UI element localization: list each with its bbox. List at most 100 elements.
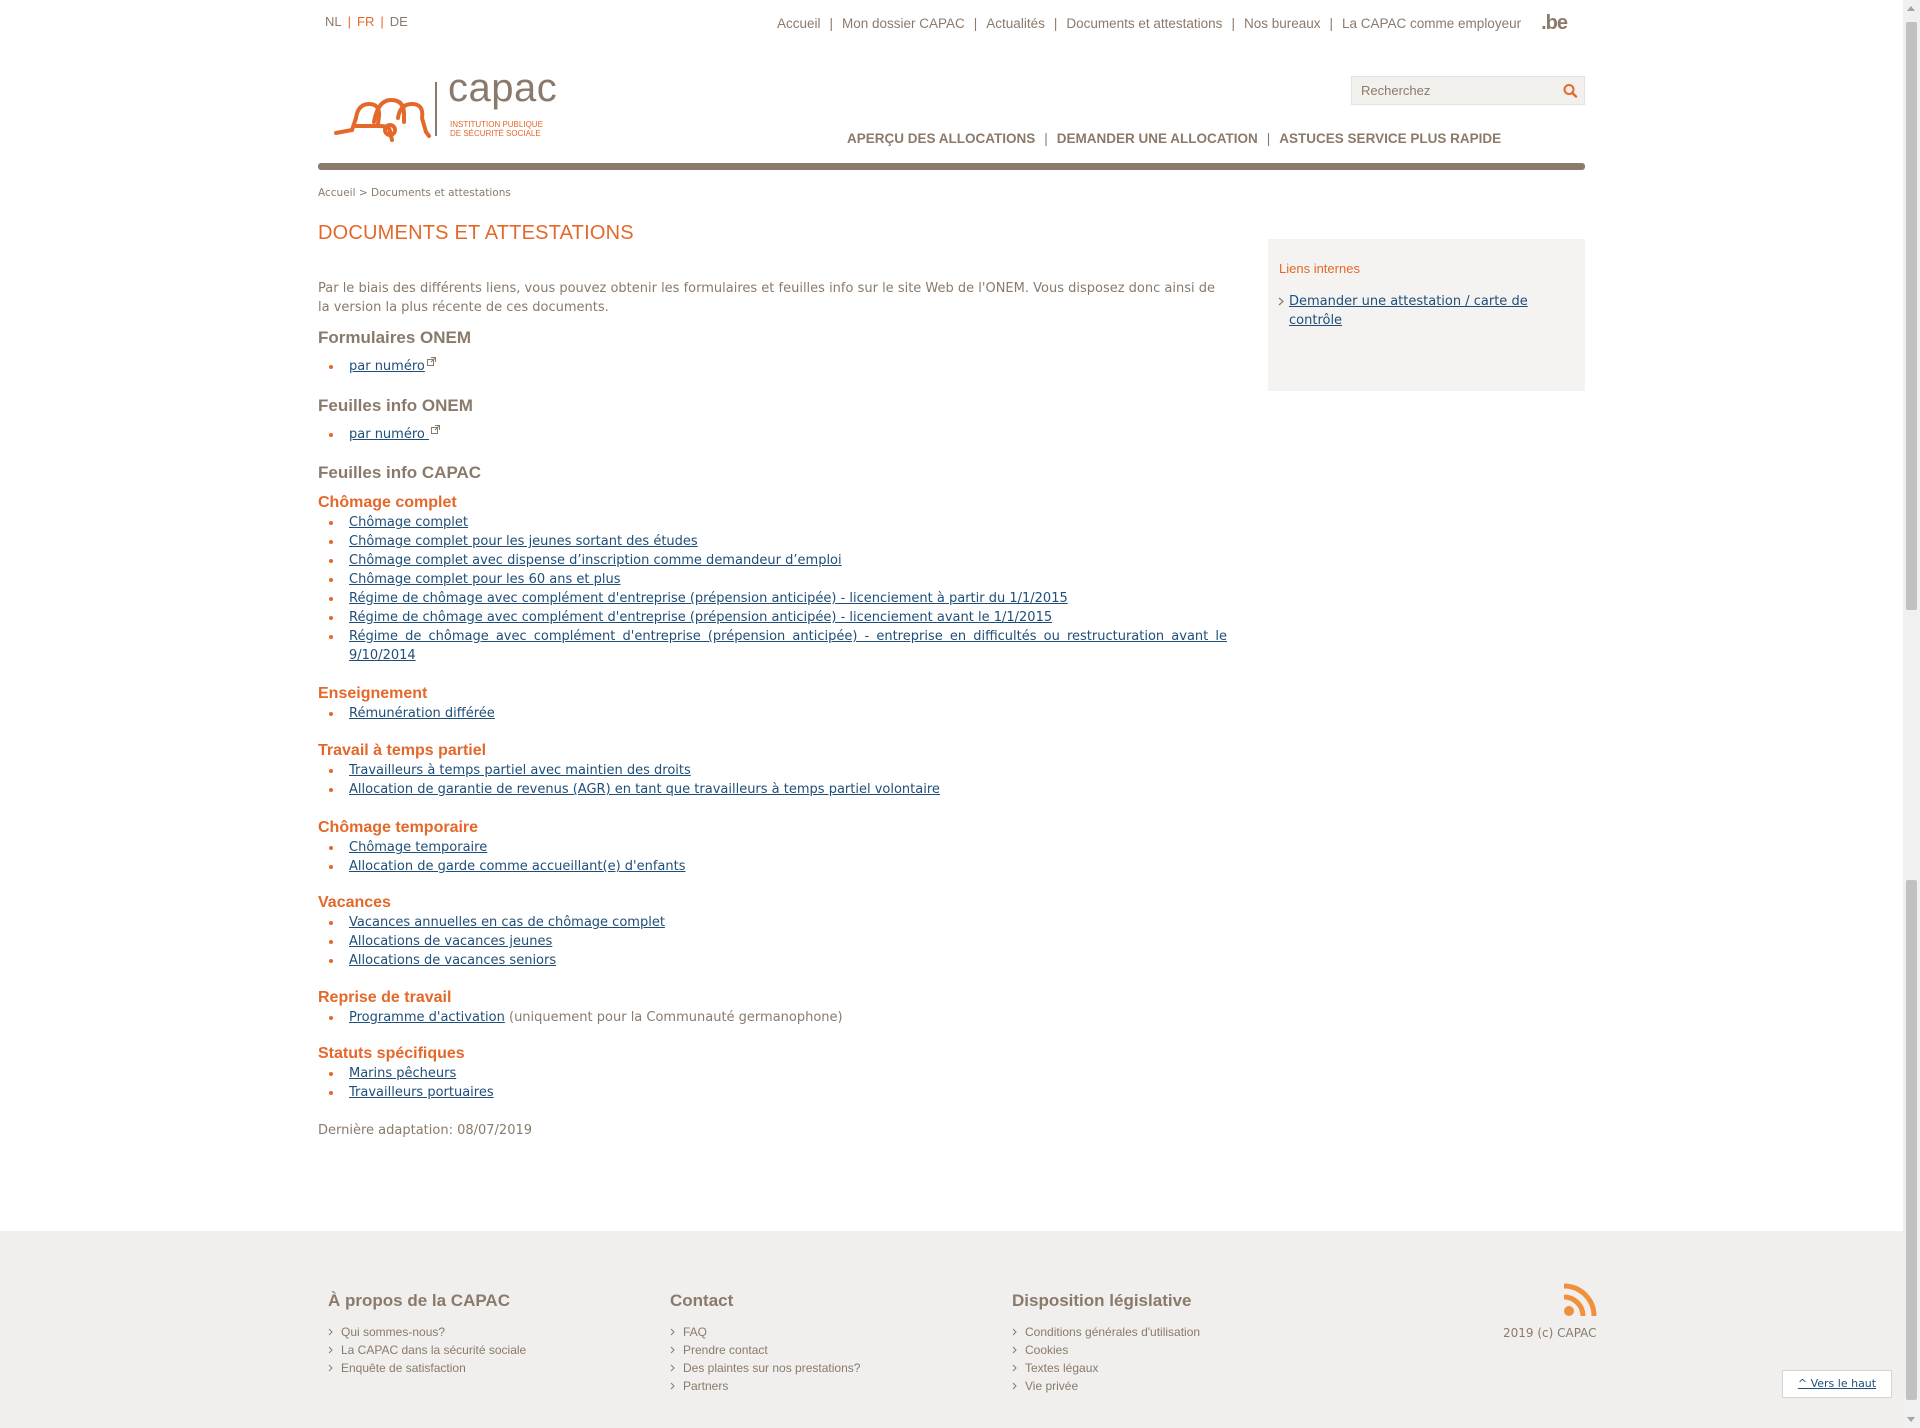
page-title: DOCUMENTS ET ATTESTATIONS <box>318 222 634 244</box>
chevron-right-icon <box>670 1382 675 1390</box>
topnav-nos-bureaux[interactable]: Nos bureaux <box>1244 16 1321 31</box>
list-item: Chômage complet <box>329 513 1229 532</box>
list-item: Régime de chômage avec complément d'entr… <box>329 608 1229 627</box>
topnav-actualites[interactable]: Actualités <box>986 16 1045 31</box>
footer-link-label: Qui sommes-nous? <box>341 1325 446 1339</box>
lang-nl[interactable]: NL <box>325 14 342 29</box>
doc-link[interactable]: Rémunération différée <box>349 706 495 721</box>
feuilles-onem-par-numero-link[interactable]: par numéro <box>349 427 429 442</box>
capac-logo[interactable]: capac INSTITUTION PUBLIQUE DE SÉCURITÉ S… <box>334 66 574 142</box>
footer-link[interactable]: Cookies <box>1012 1341 1200 1359</box>
mainnav-apercu[interactable]: APERÇU DES ALLOCATIONS <box>847 131 1035 146</box>
group-title: Statuts spécifiques <box>318 1045 465 1062</box>
group-vacances-list: Vacances annuelles en cas de chômage com… <box>318 913 1229 970</box>
breadcrumb-home[interactable]: Accueil <box>318 187 356 199</box>
list-item: Chômage temporaire <box>329 838 1229 857</box>
doc-link[interactable]: Chômage temporaire <box>349 840 487 855</box>
group-title: Chômage temporaire <box>318 819 479 836</box>
list-item: Allocations de vacances jeunes <box>329 932 1229 951</box>
group-enseignement-list: Rémunération différée <box>318 704 1229 723</box>
doc-link[interactable]: Allocation de garantie de revenus (AGR) … <box>349 782 940 797</box>
doc-link[interactable]: Allocations de vacances seniors <box>349 953 556 968</box>
chevron-right-icon <box>670 1328 675 1336</box>
breadcrumb-current: Documents et attestations <box>370 187 511 199</box>
be-logo[interactable]: .be <box>1541 12 1568 35</box>
doc-link[interactable]: Régime de chômage avec complément d'entr… <box>349 629 1227 663</box>
search-input[interactable]: Recherchez <box>1361 83 1430 98</box>
chevron-right-icon <box>1012 1382 1017 1390</box>
mainnav-demander[interactable]: DEMANDER UNE ALLOCATION <box>1057 131 1258 146</box>
vertical-scrollbar[interactable] <box>1903 0 1920 1428</box>
back-to-top-link[interactable]: ^ Vers le haut <box>1798 1377 1876 1390</box>
scroll-down-arrow-icon[interactable] <box>1907 1417 1915 1422</box>
doc-link[interactable]: Régime de chômage avec complément d'entr… <box>349 591 1068 606</box>
scrollbar-track-segment <box>1906 880 1917 1400</box>
footer-link[interactable]: Enquête de satisfaction <box>328 1359 526 1377</box>
sidebar-title: Liens internes <box>1279 261 1360 276</box>
chevron-right-icon <box>328 1328 333 1336</box>
sidebar-attestation-link[interactable]: Demander une attestation / carte de cont… <box>1289 292 1549 330</box>
main-content: DOCUMENTS ET ATTESTATIONS Par le biais d… <box>318 222 1230 1138</box>
footer-link[interactable]: FAQ <box>670 1323 860 1341</box>
search-button[interactable] <box>1556 77 1584 104</box>
footer-link[interactable]: La CAPAC dans la sécurité sociale <box>328 1341 526 1359</box>
footer-link[interactable]: Des plaintes sur nos prestations? <box>670 1359 860 1377</box>
footer-link-label: Vie privée <box>1025 1379 1079 1393</box>
section-formulaires-title: Formulaires ONEM <box>318 328 472 347</box>
chevron-right-icon <box>1012 1364 1017 1372</box>
doc-link[interactable]: Chômage complet pour les 60 ans et plus <box>349 572 620 587</box>
footer-link[interactable]: Vie privée <box>1012 1377 1200 1395</box>
topnav-mon-dossier[interactable]: Mon dossier CAPAC <box>842 16 965 31</box>
footer-link[interactable]: Partners <box>670 1377 860 1395</box>
doc-link[interactable]: Chômage complet pour les jeunes sortant … <box>349 534 698 549</box>
group-title: Travail à temps partiel <box>318 742 487 759</box>
footer-col-title: Contact <box>670 1291 734 1310</box>
copyright: 2019 (c) CAPAC <box>1503 1326 1597 1340</box>
list-item: Vacances annuelles en cas de chômage com… <box>329 913 1229 932</box>
mainnav-astuces[interactable]: ASTUCES SERVICE PLUS RAPIDE <box>1279 131 1501 146</box>
list-item: Chômage complet pour les jeunes sortant … <box>329 532 1229 551</box>
external-link-icon <box>426 357 436 366</box>
doc-link[interactable]: Allocations de vacances jeunes <box>349 934 552 949</box>
topnav-accueil[interactable]: Accueil <box>777 16 821 31</box>
doc-link[interactable]: Travailleurs à temps partiel avec mainti… <box>349 763 691 778</box>
rss-icon[interactable] <box>1561 1281 1599 1319</box>
search-box[interactable]: Recherchez <box>1351 76 1585 105</box>
lang-fr[interactable]: FR <box>357 14 374 29</box>
footer-link-label: Enquête de satisfaction <box>341 1361 466 1375</box>
back-to-top-button[interactable]: ^ Vers le haut <box>1782 1370 1892 1398</box>
chevron-right-icon <box>670 1346 675 1354</box>
chevron-right-icon <box>1012 1328 1017 1336</box>
list-item: Allocation de garde comme accueillant(e)… <box>329 857 1229 876</box>
separator: | <box>1329 16 1334 31</box>
scrollbar-thumb[interactable] <box>1906 22 1917 610</box>
doc-link[interactable]: Programme d'activation <box>349 1010 505 1025</box>
search-icon <box>1563 84 1578 98</box>
footer-link[interactable]: Conditions générales d'utilisation <box>1012 1323 1200 1341</box>
doc-link[interactable]: Régime de chômage avec complément d'entr… <box>349 610 1052 625</box>
doc-link[interactable]: Chômage complet <box>349 515 468 530</box>
group-statuts-list: Marins pêcheurs Travailleurs portuaires <box>318 1064 1229 1102</box>
header-divider <box>318 163 1585 170</box>
footer-link[interactable]: Textes légaux <box>1012 1359 1200 1377</box>
scroll-up-arrow-icon[interactable] <box>1907 6 1915 11</box>
topnav-documents[interactable]: Documents et attestations <box>1066 16 1222 31</box>
topnav-employeur[interactable]: La CAPAC comme employeur <box>1342 16 1521 31</box>
footer-col-contact: Contact FAQ Prendre contact Des plaintes… <box>670 1291 860 1395</box>
doc-link[interactable]: Chômage complet avec dispense d’inscript… <box>349 553 842 568</box>
chevron-right-icon <box>670 1364 675 1372</box>
footer-col-title: À propos de la CAPAC <box>328 1291 510 1310</box>
footer-link-label: Conditions générales d'utilisation <box>1025 1325 1201 1339</box>
doc-link[interactable]: Vacances annuelles en cas de chômage com… <box>349 915 665 930</box>
sidebar-internal-links: Liens internes Demander une attestation … <box>1268 239 1585 391</box>
doc-link[interactable]: Travailleurs portuaires <box>349 1085 494 1100</box>
group-chomage-temporaire-list: Chômage temporaire Allocation de garde c… <box>318 838 1229 876</box>
footer-link[interactable]: Qui sommes-nous? <box>328 1323 526 1341</box>
lang-de[interactable]: DE <box>390 14 408 29</box>
footer-link[interactable]: Prendre contact <box>670 1341 860 1359</box>
group-title: Vacances <box>318 894 391 911</box>
formulaires-par-numero-link[interactable]: par numéro <box>349 359 425 374</box>
doc-link[interactable]: Allocation de garde comme accueillant(e)… <box>349 859 686 874</box>
list-item: Travailleurs à temps partiel avec mainti… <box>329 761 1229 780</box>
doc-link[interactable]: Marins pêcheurs <box>349 1066 456 1081</box>
